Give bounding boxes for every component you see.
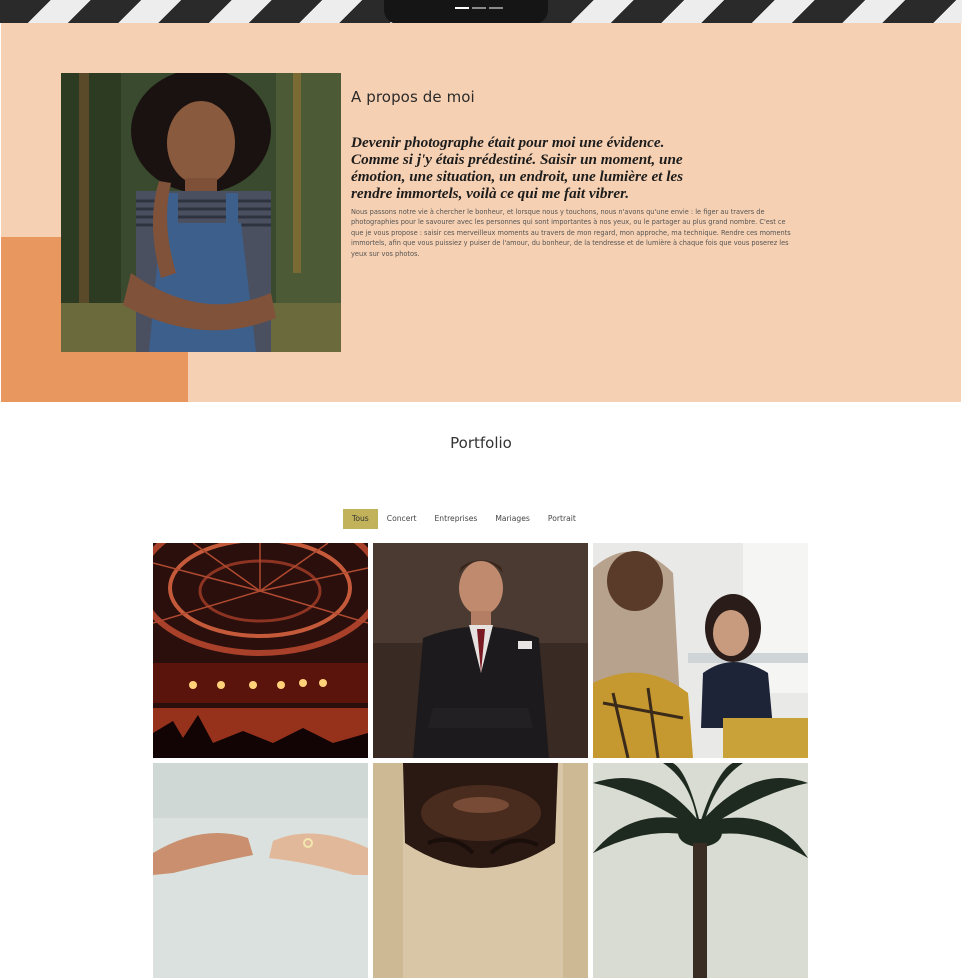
palm-tree-photo[interactable] [593,763,808,978]
wedding-hands-photo[interactable] [153,763,368,978]
concert-photo[interactable] [153,543,368,758]
portrait-photo [61,73,341,352]
portfolio-title: Portfolio [450,434,512,452]
portrait-face-photo[interactable] [373,763,588,978]
filter-portrait[interactable]: Portrait [539,509,585,529]
about-body-text: Nous passons notre vie à chercher le bon… [351,208,791,258]
filter-tous[interactable]: Tous [343,509,378,529]
portfolio-grid [153,543,808,978]
hero-image [384,0,548,23]
slider-dot-1[interactable] [455,7,469,9]
about-quote: Devenir photographe était pour moi une é… [351,134,684,202]
office-meeting-photo[interactable] [593,543,808,758]
slider-pagination [455,7,503,9]
slider-dot-3[interactable] [489,7,503,9]
businessman-photo[interactable] [373,543,588,758]
filter-entreprises[interactable]: Entreprises [425,509,486,529]
filter-concert[interactable]: Concert [378,509,426,529]
portfolio-filters: Tous Concert Entreprises Mariages Portra… [343,509,585,529]
filter-mariages[interactable]: Mariages [486,509,539,529]
hero-slider [0,0,962,23]
slider-dot-2[interactable] [472,7,486,9]
about-title: A propos de moi [351,88,475,106]
